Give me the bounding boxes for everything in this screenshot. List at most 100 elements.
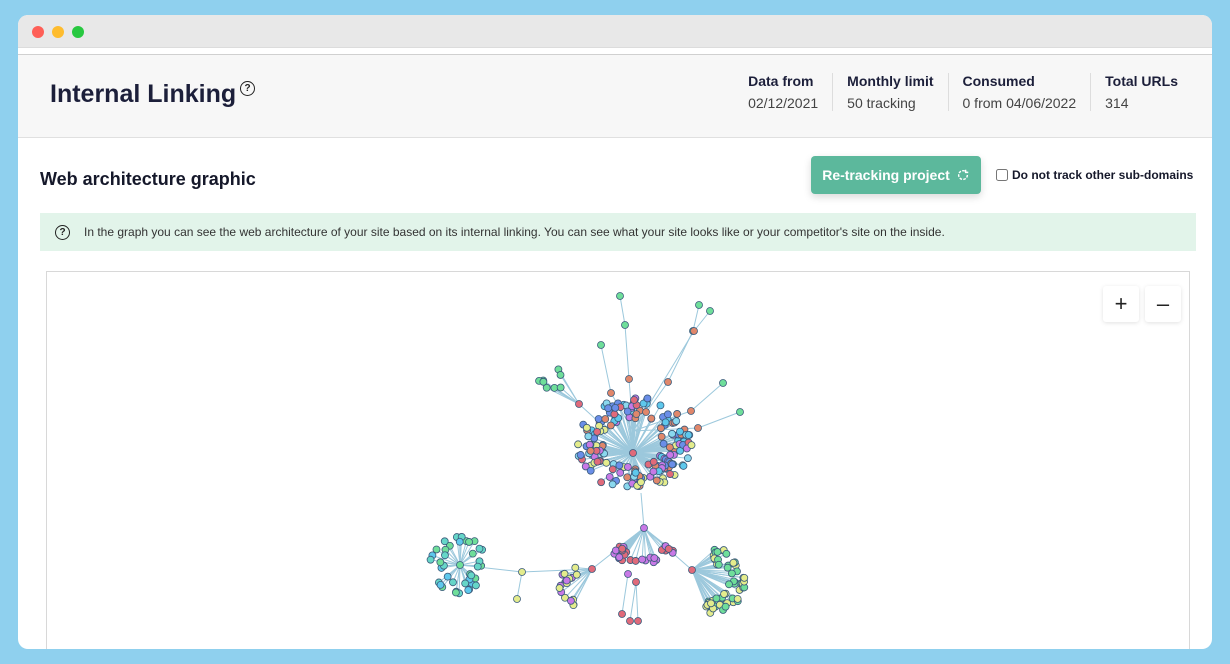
graph-node[interactable] [632, 410, 641, 418]
graph-node[interactable] [661, 418, 670, 427]
graph-node[interactable] [687, 407, 695, 415]
graph-node[interactable] [571, 563, 580, 572]
graph-node[interactable] [610, 410, 619, 419]
graph-node[interactable] [556, 383, 565, 392]
zoom-out-button[interactable]: – [1145, 286, 1181, 322]
graph-node[interactable] [574, 440, 582, 449]
graph-node[interactable] [719, 379, 727, 387]
graph-node[interactable] [666, 451, 675, 459]
graph-node[interactable] [642, 408, 650, 416]
graph-node[interactable] [436, 558, 445, 567]
graph-node[interactable] [432, 545, 441, 554]
graph-node[interactable] [615, 553, 624, 562]
graph-node[interactable] [650, 554, 659, 562]
graph-node[interactable] [436, 580, 445, 589]
graph-node[interactable] [666, 470, 674, 478]
graph-node[interactable] [562, 576, 571, 585]
graph-node[interactable] [441, 551, 449, 560]
graph-node[interactable] [449, 578, 457, 587]
graph-node[interactable] [714, 560, 723, 569]
graph-node[interactable] [665, 443, 674, 452]
graph-node[interactable] [688, 566, 696, 574]
graph-node[interactable] [467, 571, 476, 580]
graph-node[interactable] [556, 371, 565, 379]
graph-node[interactable] [630, 396, 638, 404]
graph-node[interactable] [733, 595, 742, 603]
graph-node[interactable] [668, 460, 677, 469]
graph-node[interactable] [461, 579, 470, 588]
graph-node[interactable] [673, 410, 681, 418]
graph-node[interactable] [602, 458, 611, 467]
minimize-window-button[interactable] [52, 26, 64, 38]
graph-node[interactable] [621, 321, 629, 329]
graph-node[interactable] [720, 590, 728, 598]
graph-node[interactable] [588, 565, 596, 573]
graph-node[interactable] [615, 461, 624, 470]
graph-node[interactable] [455, 537, 464, 546]
graph-node[interactable] [643, 394, 652, 403]
graph-node[interactable] [656, 401, 665, 410]
graph-node[interactable] [586, 446, 595, 455]
graph-node[interactable] [567, 596, 575, 605]
graph-node[interactable] [456, 561, 464, 569]
graph-node[interactable] [725, 580, 733, 589]
graph-node[interactable] [597, 478, 606, 487]
graph-node[interactable] [475, 544, 484, 553]
graph-node[interactable] [443, 572, 452, 581]
graph-node[interactable] [440, 537, 449, 546]
graph-node[interactable] [618, 544, 627, 553]
graph-node[interactable] [601, 415, 610, 423]
graph-node[interactable] [611, 403, 620, 412]
graph-node[interactable] [625, 375, 633, 383]
graph-node[interactable] [638, 555, 647, 564]
graph-node[interactable] [687, 441, 696, 449]
graph-node[interactable] [611, 546, 620, 555]
graph-node[interactable] [597, 341, 605, 349]
graph-node[interactable] [623, 473, 632, 482]
graph-node[interactable] [721, 602, 730, 611]
graph-node[interactable] [736, 408, 744, 416]
graph-node[interactable] [640, 524, 648, 532]
graph-node[interactable] [513, 595, 521, 603]
graph-node[interactable] [604, 404, 613, 413]
graph-node[interactable] [626, 617, 634, 625]
graph-node[interactable] [707, 599, 715, 608]
graph-node[interactable] [634, 617, 642, 625]
graph-node[interactable] [518, 568, 526, 576]
graph-node[interactable] [695, 301, 703, 309]
graph-node[interactable] [623, 407, 632, 416]
graph-node[interactable] [451, 588, 460, 597]
graph-node[interactable] [690, 327, 698, 335]
graph-node[interactable] [618, 610, 626, 618]
subdomains-checkbox[interactable] [996, 169, 1008, 181]
graph-node[interactable] [593, 457, 602, 466]
graph-node[interactable] [672, 417, 681, 425]
graph-node[interactable] [464, 586, 473, 595]
graph-node[interactable] [624, 570, 632, 578]
retracking-project-button[interactable]: Re-tracking project [811, 156, 981, 194]
graph-node[interactable] [426, 555, 435, 564]
graph-node[interactable] [637, 478, 645, 487]
subdomains-checkbox-field[interactable]: Do not track other sub-domains [996, 168, 1193, 182]
graph-node[interactable] [539, 377, 548, 386]
graph-node[interactable] [649, 467, 658, 476]
graph-node[interactable] [684, 431, 693, 439]
graph-node[interactable] [465, 538, 473, 546]
graph-node[interactable] [729, 558, 738, 567]
graph-node[interactable] [594, 415, 603, 423]
graph-node[interactable] [623, 463, 632, 471]
graph-node[interactable] [722, 549, 731, 558]
graph-node[interactable] [683, 454, 692, 463]
graph-node[interactable] [740, 573, 749, 582]
graph-node[interactable] [679, 462, 688, 470]
graph-node[interactable] [649, 457, 658, 466]
graph-node[interactable] [616, 468, 625, 477]
graph-node[interactable] [663, 410, 672, 419]
close-window-button[interactable] [32, 26, 44, 38]
graph-node[interactable] [555, 584, 564, 592]
graph-node[interactable] [605, 473, 614, 481]
graph-node[interactable] [608, 480, 617, 489]
graph-node[interactable] [616, 292, 624, 300]
graph-node[interactable] [706, 307, 714, 315]
graph-node[interactable] [668, 429, 676, 438]
